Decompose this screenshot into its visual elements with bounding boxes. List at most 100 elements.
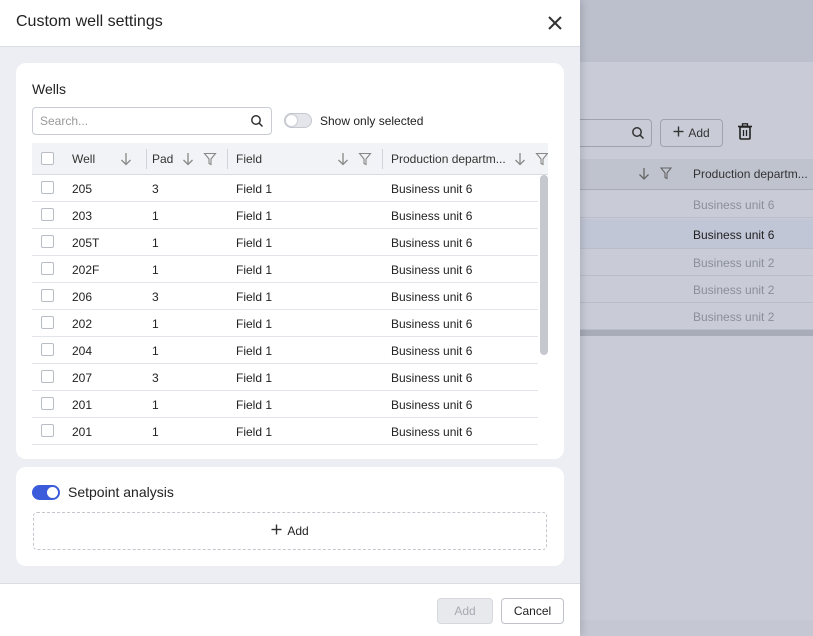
table-row[interactable]: 203 1 Field 1 Business unit 6 bbox=[32, 202, 538, 229]
column-header-field[interactable]: Field bbox=[236, 143, 326, 175]
cell-well: 206 bbox=[72, 290, 93, 304]
cell-well: 205T bbox=[72, 236, 100, 250]
cell-production-department: Business unit 6 bbox=[391, 398, 473, 412]
cell-production-department: Business unit 6 bbox=[391, 344, 473, 358]
cell-pad: 3 bbox=[152, 290, 159, 304]
cell-pad: 1 bbox=[152, 398, 159, 412]
dialog-header: Custom well settings bbox=[0, 0, 580, 47]
cell-production-department: Business unit 6 bbox=[391, 371, 473, 385]
row-checkbox[interactable] bbox=[41, 397, 54, 410]
cell-well: 204 bbox=[72, 344, 93, 358]
sort-arrow-icon[interactable] bbox=[181, 152, 195, 166]
row-checkbox[interactable] bbox=[41, 181, 54, 194]
background-add-label: Add bbox=[688, 126, 710, 140]
cell-field: Field 1 bbox=[236, 398, 273, 412]
search-icon[interactable] bbox=[250, 114, 264, 131]
column-separator[interactable] bbox=[146, 149, 147, 169]
row-checkbox[interactable] bbox=[41, 370, 54, 383]
table-row[interactable]: 201 1 Field 1 Business unit 6 bbox=[32, 391, 538, 418]
column-header-pad[interactable]: Pad bbox=[152, 143, 182, 175]
filter-icon[interactable] bbox=[535, 152, 548, 166]
cell-production-department: Business unit 6 bbox=[391, 236, 473, 250]
wells-title: Wells bbox=[32, 81, 66, 97]
row-checkbox[interactable] bbox=[41, 424, 54, 437]
custom-well-settings-dialog: Custom well settings Wells Show only sel… bbox=[0, 0, 580, 636]
cell-field: Field 1 bbox=[236, 290, 273, 304]
cell-pad: 1 bbox=[152, 425, 159, 439]
wells-card: Wells Show only selected Well Pad bbox=[16, 63, 564, 459]
background-table-row: Business unit 2 bbox=[560, 276, 813, 303]
cell-well: 207 bbox=[72, 371, 93, 385]
filter-icon[interactable] bbox=[203, 152, 217, 166]
plus-icon bbox=[673, 126, 684, 140]
column-header-production-department[interactable]: Production departm... bbox=[391, 143, 509, 175]
cell-production-department: Business unit 6 bbox=[391, 263, 473, 277]
table-row[interactable]: 201 1 Field 1 Business unit 6 bbox=[32, 418, 538, 445]
toggle-knob bbox=[47, 487, 58, 498]
cell-pad: 1 bbox=[152, 263, 159, 277]
cell-pad: 3 bbox=[152, 371, 159, 385]
background-scrollbar bbox=[560, 330, 813, 336]
trash-icon bbox=[737, 123, 753, 144]
sort-arrow-icon[interactable] bbox=[336, 152, 350, 166]
cell-field: Field 1 bbox=[236, 209, 273, 223]
row-checkbox[interactable] bbox=[41, 316, 54, 329]
table-row[interactable]: 204 1 Field 1 Business unit 6 bbox=[32, 337, 538, 364]
dialog-footer: Add Cancel bbox=[0, 583, 580, 636]
wells-table: Well Pad Field Production departm... 205… bbox=[32, 143, 548, 445]
background-table-header: Production departm... bbox=[560, 159, 813, 190]
column-separator[interactable] bbox=[227, 149, 228, 169]
show-only-selected-label: Show only selected bbox=[320, 114, 424, 128]
scrollbar-thumb[interactable] bbox=[540, 175, 548, 355]
wells-table-scrollbar[interactable] bbox=[538, 175, 548, 445]
table-row[interactable]: 205 3 Field 1 Business unit 6 bbox=[32, 175, 538, 202]
row-checkbox[interactable] bbox=[41, 289, 54, 302]
table-row[interactable]: 205T 1 Field 1 Business unit 6 bbox=[32, 229, 538, 256]
cell-well: 202F bbox=[72, 263, 100, 277]
setpoint-analysis-toggle[interactable] bbox=[32, 485, 60, 500]
wells-search bbox=[32, 107, 272, 135]
filter-icon[interactable] bbox=[358, 152, 372, 166]
cell-production-department: Business unit 6 bbox=[391, 317, 473, 331]
background-table-row: Business unit 2 bbox=[560, 249, 813, 276]
background-table-row: Business unit 6 bbox=[560, 219, 813, 249]
dialog-title: Custom well settings bbox=[16, 13, 163, 30]
cell-production-department: Business unit 6 bbox=[391, 182, 473, 196]
cell-well: 201 bbox=[72, 398, 93, 412]
cell-well: 201 bbox=[72, 425, 93, 439]
wells-search-input[interactable] bbox=[33, 108, 243, 134]
background-add-button: Add bbox=[660, 119, 723, 147]
row-checkbox[interactable] bbox=[41, 262, 54, 275]
sort-arrow-icon[interactable] bbox=[119, 152, 133, 166]
cell-field: Field 1 bbox=[236, 182, 273, 196]
cell-field: Field 1 bbox=[236, 371, 273, 385]
sort-arrow-icon bbox=[638, 167, 650, 184]
row-checkbox[interactable] bbox=[41, 235, 54, 248]
setpoint-add-button[interactable]: Add bbox=[33, 512, 547, 550]
cell-pad: 1 bbox=[152, 317, 159, 331]
row-checkbox[interactable] bbox=[41, 343, 54, 356]
table-row[interactable]: 202F 1 Field 1 Business unit 6 bbox=[32, 256, 538, 283]
add-button[interactable]: Add bbox=[437, 598, 493, 624]
search-icon bbox=[631, 126, 645, 143]
column-separator[interactable] bbox=[382, 149, 383, 169]
table-row[interactable]: 207 3 Field 1 Business unit 6 bbox=[32, 364, 538, 391]
background-table-row: Business unit 2 bbox=[560, 303, 813, 330]
cell-pad: 1 bbox=[152, 236, 159, 250]
cell-pad: 1 bbox=[152, 344, 159, 358]
cell-well: 205 bbox=[72, 182, 93, 196]
show-only-selected-toggle[interactable] bbox=[284, 113, 312, 128]
setpoint-analysis-label: Setpoint analysis bbox=[68, 484, 174, 500]
cell-production-department: Business unit 6 bbox=[391, 209, 473, 223]
cell-field: Field 1 bbox=[236, 263, 273, 277]
background-table-row: Business unit 6 bbox=[560, 191, 813, 218]
sort-arrow-icon[interactable] bbox=[513, 152, 527, 166]
row-checkbox[interactable] bbox=[41, 208, 54, 221]
cell-field: Field 1 bbox=[236, 317, 273, 331]
close-icon[interactable] bbox=[546, 14, 564, 32]
table-row[interactable]: 202 1 Field 1 Business unit 6 bbox=[32, 310, 538, 337]
select-all-checkbox[interactable] bbox=[41, 152, 54, 165]
cancel-button[interactable]: Cancel bbox=[501, 598, 564, 624]
setpoint-add-label: Add bbox=[287, 524, 309, 538]
table-row[interactable]: 206 3 Field 1 Business unit 6 bbox=[32, 283, 538, 310]
